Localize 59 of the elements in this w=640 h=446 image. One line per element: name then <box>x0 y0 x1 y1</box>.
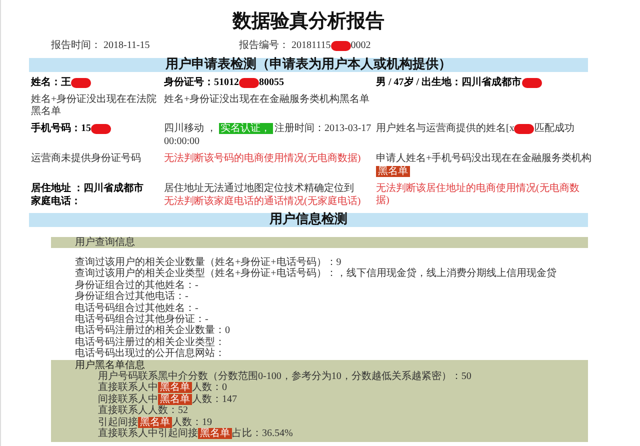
info-text: 姓名+身份证没出现在在金融服务类机构黑名单 <box>164 94 370 105</box>
info-text: 人数：147 <box>192 394 237 405</box>
field-label: 80055 <box>259 77 284 88</box>
info-text: 间接联系人中 <box>98 394 158 405</box>
info-text: 身份证组合过的其他姓名：- <box>75 280 198 291</box>
section-heading: 用户信息检测 <box>29 213 588 227</box>
info-text: 注册时间：2013-03-17 <box>274 123 372 134</box>
highlight-tag: 黑名单 <box>198 428 232 440</box>
info-text: 姓名+身份证没出现在在法院黑名单 <box>31 94 157 117</box>
info-text: 四川移动 ， <box>164 123 216 134</box>
info-text: 人数：0 <box>192 382 227 394</box>
redaction-mark <box>91 124 111 134</box>
info-text: 电话号码注册过的相关企业类型： <box>75 336 225 348</box>
info-text: 居住地址无法通过地图定位技术精确定位到 <box>164 183 354 194</box>
warning-text: 无法判断该号码的电商使用情况(无电商数据) <box>164 153 361 164</box>
info-text: 查询过该用户的相关企业数量（姓名+身份证+电话号码）：9 <box>75 257 342 268</box>
field-label: 男 / 47岁 / 出生地：四川省成都市 <box>376 77 522 88</box>
info-text: 占比：36.54% <box>232 428 293 440</box>
info-text: 人数：19 <box>172 416 212 428</box>
info-text: 匹配成功 <box>534 123 574 134</box>
info-text: 直接联系人中引起间接 <box>98 428 198 440</box>
redaction-mark <box>330 41 351 51</box>
info-text: 申请人姓名+手机号码没出现在在金融服务类机构 <box>376 153 592 164</box>
redaction-mark <box>239 78 259 88</box>
info-text: 引起间接 <box>98 416 138 428</box>
info-text: 电话号码注册过的相关企业数量：0 <box>75 325 230 336</box>
info-text: 电话号码组合过其他姓名：- <box>75 302 198 314</box>
info-text: 用户姓名与运营商提供的姓名[x <box>376 123 514 134</box>
info-text: 用户号码联系黑中介分数（分数范围0-100，参考分为10，分数越低关系越紧密）：50 <box>98 371 472 382</box>
highlight-tag: 黑名单 <box>158 394 192 405</box>
meta-text: 报告时间： 2018-11-15 <box>51 40 150 52</box>
subsection-heading: 用户查询信息 <box>51 237 588 248</box>
info-text: 00:00:00 <box>164 136 200 147</box>
field-label: 家庭电话： <box>31 196 81 207</box>
info-text: 电话号码组合过其他身份证：- <box>75 314 208 326</box>
warning-text: 无法判断该居住地址的电商使用情况(无电商数据) <box>376 183 580 206</box>
info-text: 直接联系人中 <box>98 382 158 394</box>
field-label: 姓名：王 <box>31 77 71 88</box>
info-text: 直接联系人人数：52 <box>98 405 188 416</box>
section-heading: 用户申请表检测（申请表为用户本人或机构提供） <box>29 58 588 72</box>
meta-text: 报告编号： 20181115 <box>239 40 331 52</box>
redaction-mark <box>522 78 542 88</box>
info-text: 查询过该用户的相关企业类型（姓名+身份证+电话号码）：，线下信用现金贷，线上消费分期线上信用现金贷 <box>75 268 556 280</box>
warning-text: 无法判断该家庭电话的通话情况(无家庭电话) <box>164 196 361 207</box>
highlight-tag: 黑名单 <box>138 416 172 428</box>
redaction-mark <box>514 124 534 134</box>
redaction-mark <box>71 78 91 88</box>
field-label: 手机号码：15 <box>31 123 91 134</box>
meta-text: 0002 <box>350 40 371 52</box>
verified-badge: 实名认证， <box>218 123 272 134</box>
info-text: 运营商未提供身份证号码 <box>31 153 141 164</box>
highlight-tag: 黑名单 <box>158 382 192 394</box>
info-text: 身份证组合过其他电话：- <box>75 291 188 302</box>
subsection-heading: 用户黑名单信息 <box>75 360 146 371</box>
field-label: 居住地址 ：四川省成都市 <box>31 183 144 194</box>
field-label: 身份证号：51012 <box>164 77 239 88</box>
info-text: 电话号码出现过的公开信息网站： <box>75 348 225 360</box>
highlight-tag: 黑名单 <box>376 166 410 177</box>
report-title: 数据验真分析报告 <box>231 9 386 34</box>
